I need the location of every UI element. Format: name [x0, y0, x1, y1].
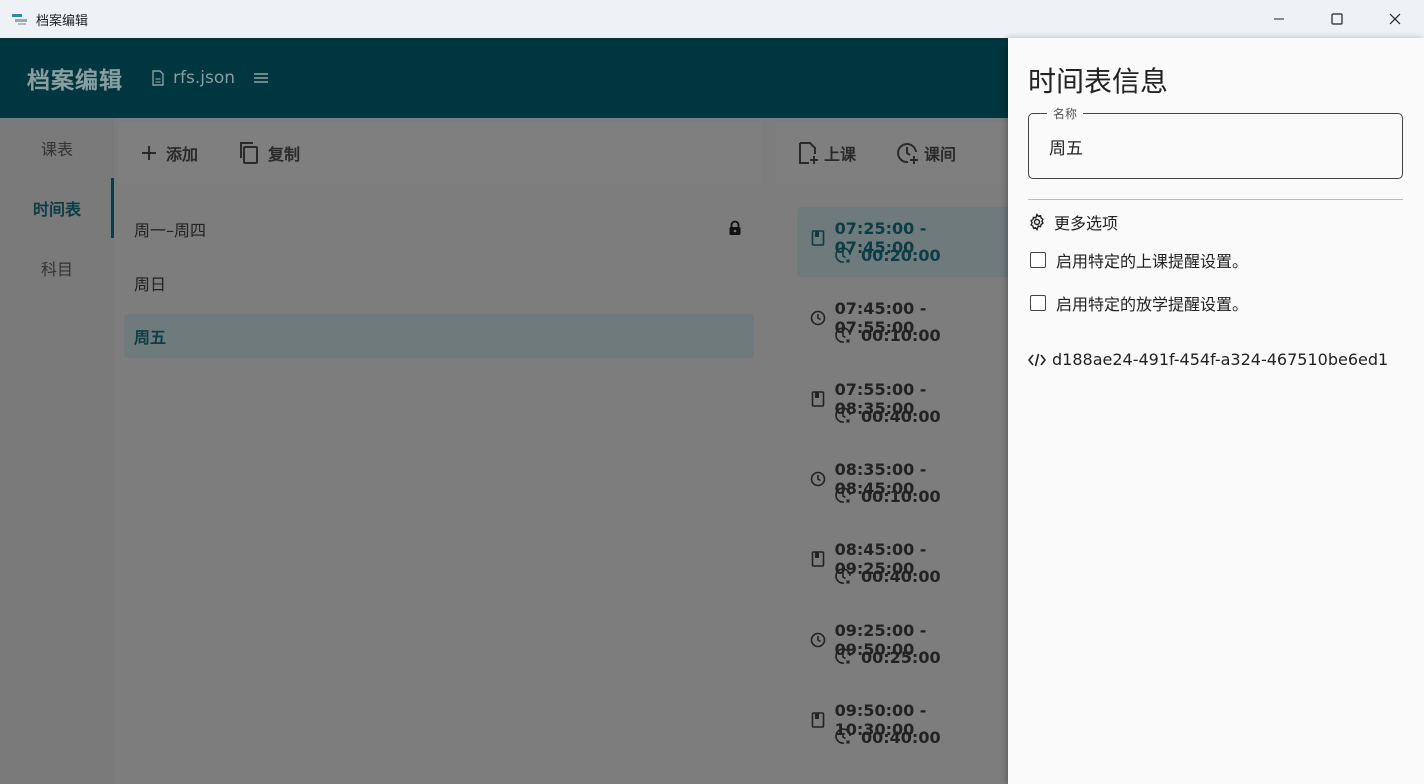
duration-row: 00:10:00 [835, 326, 941, 345]
break-period-item[interactable]: 08:35:00 - 08:45:00 00:10:00 [797, 448, 1008, 518]
timetable-toolbar: 添加 复制 [118, 122, 762, 184]
add-break-label: 课间 [924, 145, 957, 164]
nav-item-timetable[interactable]: 时间表 [0, 178, 114, 238]
nav-rail: 课表 时间表 科目 [0, 118, 114, 784]
add-label: 添加 [166, 145, 199, 164]
close-button[interactable] [1366, 0, 1424, 38]
app-icon [12, 12, 28, 26]
lock-icon [728, 220, 742, 240]
nav-item-label: 科目 [40, 260, 73, 279]
timetable-list-item[interactable]: 周日 [124, 261, 754, 305]
class-reminder-label: 启用特定的上课提醒设置。 [1056, 252, 1249, 271]
clock-icon [809, 471, 827, 487]
duration-row: 00:20:00 [835, 246, 941, 265]
list-item-label: 周一–周四 [134, 221, 207, 240]
clock-plus-icon [897, 143, 919, 164]
after-school-checkbox-row[interactable]: 启用特定的放学提醒设置。 [1030, 291, 1248, 315]
duration-text: 00:20:00 [861, 246, 941, 265]
app-bar: 档案编辑 rfs.json [0, 38, 1008, 118]
duration-text: 00:10:00 [861, 486, 941, 506]
duration-text: 00:25:00 [861, 647, 941, 667]
duration-text: 00:40:00 [861, 727, 941, 747]
duration-row: 00:25:00 [835, 648, 941, 667]
timer-icon [835, 567, 853, 586]
gear-icon [1030, 213, 1044, 231]
list-item-label: 周五 [134, 328, 167, 347]
timetable-info-drawer: 时间表信息 名称 更多选项 启用特定的上课提醒设置。 启用特定的放学提醒设置。 … [1008, 38, 1424, 784]
timer-icon [835, 246, 853, 265]
nav-item-label: 课表 [40, 140, 73, 159]
menu-icon[interactable] [253, 71, 269, 85]
class-reminder-checkbox-row[interactable]: 启用特定的上课提醒设置。 [1030, 248, 1248, 272]
more-options-label: 更多选项 [1054, 214, 1119, 233]
timer-icon [835, 327, 853, 345]
break-period-item[interactable]: 09:25:00 - 09:50:00 00:25:00 [797, 609, 1008, 679]
class-period-item[interactable]: 08:45:00 - 09:25:00 00:40:00 [797, 528, 1008, 598]
app-title: 档案编辑 [27, 68, 123, 94]
drawer-title: 时间表信息 [1028, 65, 1169, 98]
book-icon [809, 711, 827, 728]
class-period-item[interactable]: 09:50:00 - 10:30:00 00:40:00 [797, 689, 1008, 759]
class-reminder-checkbox[interactable] [1030, 252, 1046, 268]
name-field[interactable]: 名称 [1028, 105, 1403, 179]
file-plus-icon [799, 142, 818, 164]
book-icon [809, 551, 827, 567]
nav-item-courses[interactable]: 课表 [0, 118, 114, 178]
clock-icon [809, 632, 827, 648]
nav-active-indicator [111, 178, 114, 238]
duration-row: 00:40:00 [835, 728, 941, 747]
copy-label: 复制 [268, 145, 301, 164]
window-titlebar: 档案编辑 [0, 0, 1424, 38]
break-period-item[interactable]: 07:45:00 - 07:55:00 00:10:00 [797, 287, 1008, 357]
duration-text: 00:40:00 [861, 567, 941, 587]
add-break-button[interactable]: 课间 [896, 141, 956, 165]
maximize-icon [1331, 13, 1343, 25]
timetable-list-item[interactable]: 周一–周四 [124, 207, 754, 251]
clock-icon [809, 310, 827, 326]
guid-row: d188ae24-491f-454f-a324-467510be6ed1 [1028, 350, 1388, 369]
duration-row: 00:40:00 [835, 407, 941, 426]
name-input[interactable] [1049, 136, 1379, 156]
maximize-button[interactable] [1308, 0, 1366, 38]
add-class-label: 上课 [824, 145, 857, 164]
timer-icon [835, 648, 853, 666]
file-icon [151, 70, 165, 86]
name-field-label: 名称 [1047, 105, 1084, 122]
minimize-icon [1274, 18, 1284, 20]
duration-row: 00:10:00 [835, 487, 941, 506]
timeline-toolbar: 上课 课间 [776, 122, 1008, 184]
nav-item-subjects[interactable]: 科目 [0, 238, 114, 298]
minimize-button[interactable] [1250, 0, 1308, 38]
book-icon [809, 390, 827, 407]
book-icon [809, 230, 827, 246]
timetable-list-item-selected[interactable]: 周五 [124, 314, 754, 358]
list-item-label: 周日 [134, 275, 167, 294]
timer-icon [835, 487, 853, 505]
duration-text: 00:40:00 [861, 406, 941, 426]
more-options-button[interactable]: 更多选项 [1028, 210, 1118, 234]
after-school-checkbox[interactable] [1030, 295, 1046, 311]
copy-button[interactable]: 复制 [238, 141, 300, 165]
add-class-button[interactable]: 上课 [798, 141, 856, 165]
plus-icon [142, 146, 156, 160]
class-period-item[interactable]: 07:25:00 - 07:45:00 00:20:00 [797, 207, 1008, 277]
divider [1028, 199, 1403, 200]
copy-icon [240, 142, 259, 164]
timer-icon [835, 728, 853, 746]
close-icon [1389, 13, 1401, 25]
file-name[interactable]: rfs.json [173, 68, 235, 88]
nav-item-label: 时间表 [32, 200, 81, 219]
class-period-item[interactable]: 07:55:00 - 08:35:00 00:40:00 [797, 368, 1008, 438]
after-school-label: 启用特定的放学提醒设置。 [1056, 295, 1249, 314]
guid-text: d188ae24-491f-454f-a324-467510be6ed1 [1052, 350, 1389, 369]
duration-row: 00:40:00 [835, 567, 941, 586]
window-title: 档案编辑 [36, 13, 89, 29]
code-icon [1028, 353, 1046, 366]
timer-icon [835, 407, 853, 425]
duration-text: 00:10:00 [861, 326, 941, 346]
add-button[interactable]: 添加 [140, 141, 198, 165]
